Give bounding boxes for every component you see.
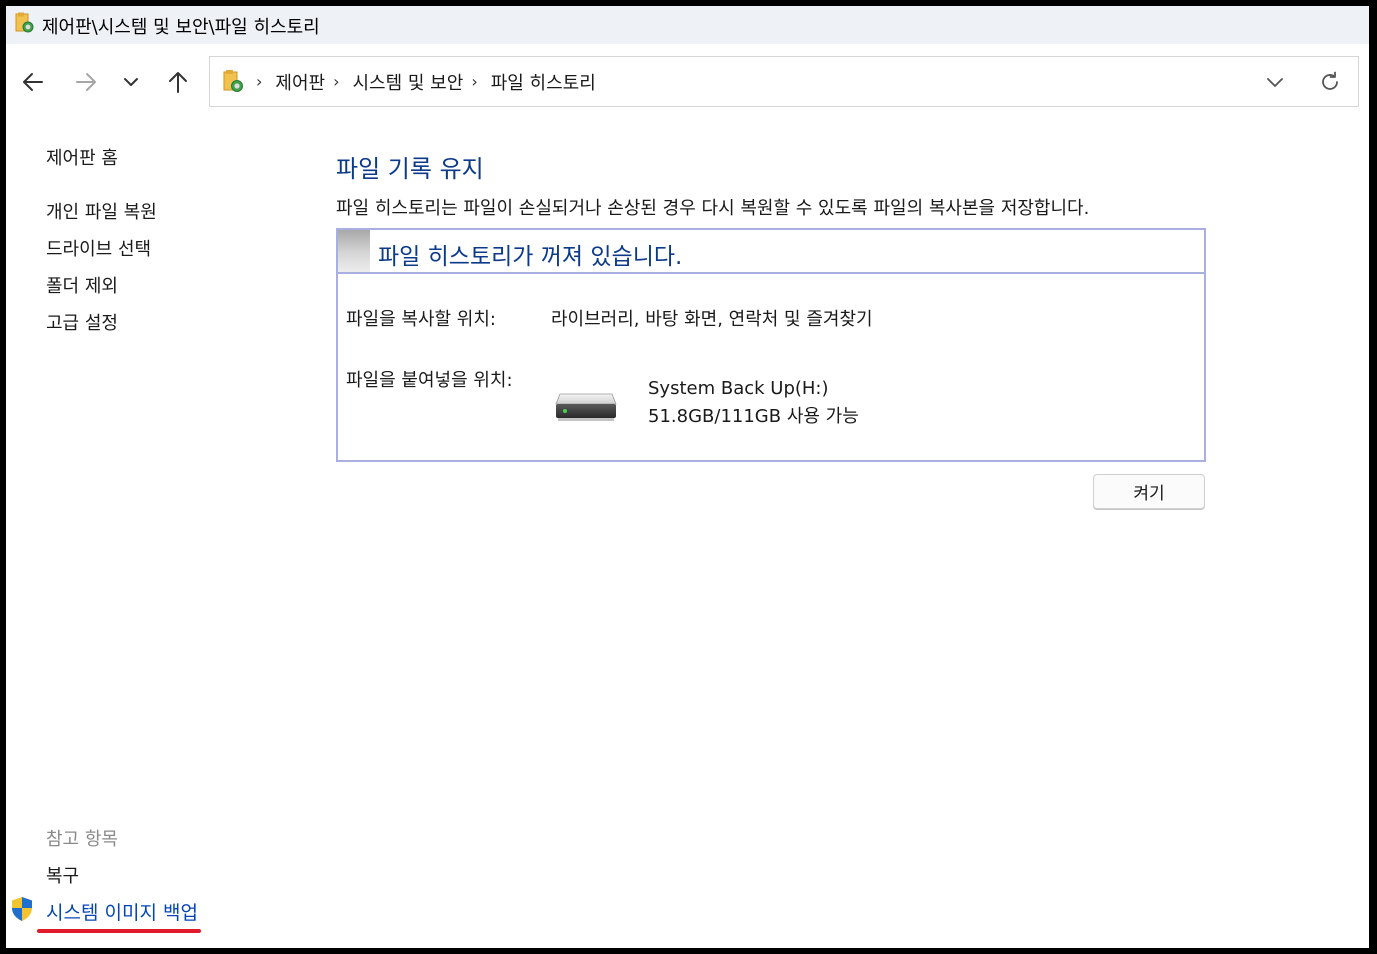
status-panel-header: 파일 히스토리가 꺼져 있습니다. (338, 230, 1204, 274)
arrow-left-icon (23, 73, 43, 91)
arrow-right-icon (76, 73, 96, 91)
title-bar: 제어판\시스템 및 보안\파일 히스토리 (6, 6, 1369, 44)
breadcrumb-separator[interactable]: › (471, 72, 477, 91)
address-bar[interactable]: › 제어판 › 시스템 및 보안 › 파일 히스토리 (209, 56, 1359, 107)
breadcrumb-item-file-history[interactable]: 파일 히스토리 (491, 69, 596, 95)
see-also-item-system-image-backup[interactable]: 시스템 이미지 백업 (46, 898, 198, 925)
status-title: 파일 히스토리가 꺼져 있습니다. (378, 244, 683, 270)
uac-shield-icon (12, 897, 32, 921)
backup-drive-name: System Back Up(H:) (648, 378, 829, 399)
sidebar-item-control-panel-home[interactable]: 제어판 홈 (46, 144, 118, 170)
turn-on-button[interactable]: 켜기 (1093, 474, 1205, 509)
status-indicator (338, 230, 370, 272)
navigation-bar: › 제어판 › 시스템 및 보안 › 파일 히스토리 (6, 44, 1369, 118)
copy-from-label: 파일을 복사할 위치: (346, 309, 496, 330)
breadcrumb-item-system-security[interactable]: 시스템 및 보안 (353, 69, 464, 95)
breadcrumb: › 제어판 › 시스템 및 보안 › 파일 히스토리 (254, 57, 602, 106)
recent-locations-button[interactable] (115, 66, 147, 98)
arrow-up-icon (169, 72, 187, 93)
copy-from-value: 라이브러리, 바탕 화면, 연락처 및 즐겨찾기 (551, 309, 873, 330)
page-title: 파일 기록 유지 (336, 155, 484, 183)
refresh-button[interactable] (1317, 69, 1343, 95)
up-button[interactable] (162, 66, 194, 98)
control-panel-folder-icon (223, 70, 243, 92)
refresh-icon (1322, 71, 1338, 90)
forward-button[interactable] (70, 66, 102, 98)
breadcrumb-separator[interactable]: › (333, 72, 339, 91)
sidebar-item-restore-personal-files[interactable]: 개인 파일 복원 (46, 198, 157, 224)
breadcrumb-item-control-panel[interactable]: 제어판 (275, 69, 325, 95)
control-panel-folder-icon (15, 12, 34, 33)
hard-drive-icon (555, 393, 617, 421)
page-description: 파일 히스토리는 파일이 손실되거나 손상된 경우 다시 복원할 수 있도록 파… (336, 198, 1090, 219)
chevron-down-icon (124, 78, 138, 86)
window-title: 제어판\시스템 및 보안\파일 히스토리 (42, 17, 320, 38)
backup-drive-space: 51.8GB/111GB 사용 가능 (648, 406, 859, 427)
chevron-down-icon (1267, 78, 1283, 87)
sidebar-item-exclude-folders[interactable]: 폴더 제외 (46, 272, 118, 298)
breadcrumb-separator: › (256, 72, 263, 91)
sidebar-item-select-drive[interactable]: 드라이브 선택 (46, 235, 151, 261)
copy-to-label: 파일을 붙여넣을 위치: (346, 370, 513, 391)
sidebar-item-advanced-settings[interactable]: 고급 설정 (46, 309, 118, 335)
back-button[interactable] (17, 66, 49, 98)
see-also-heading: 참고 항목 (46, 829, 118, 850)
file-history-window: 제어판\시스템 및 보안\파일 히스토리 › 제어판 › 시스템 및 보안 › … (6, 6, 1369, 948)
highlight-underline (37, 929, 201, 933)
address-dropdown-button[interactable] (1262, 69, 1288, 95)
see-also-item-recovery[interactable]: 복구 (46, 862, 79, 888)
file-history-status-panel: 파일 히스토리가 꺼져 있습니다. 파일을 복사할 위치: 라이브러리, 바탕 … (336, 228, 1206, 462)
